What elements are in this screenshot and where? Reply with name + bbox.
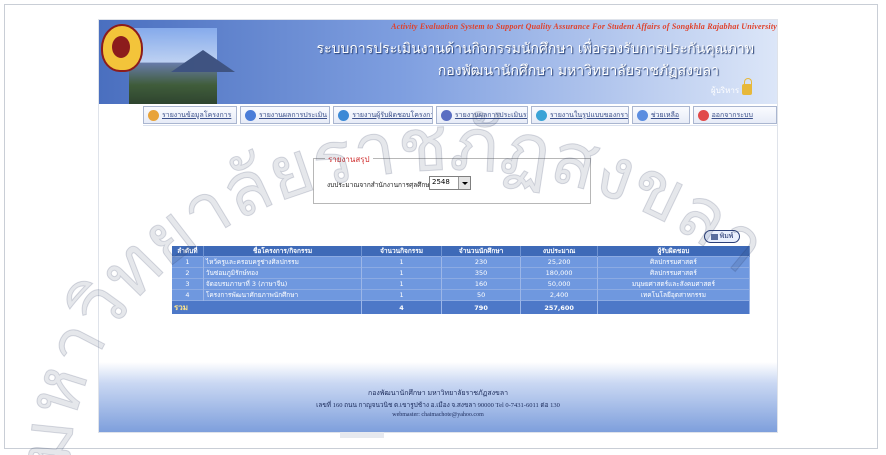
column-header-col-activities: จำนวนกิจกรรม (361, 246, 442, 257)
menu-item-label: รายงานผู้รับผิดชอบโครงการ (352, 110, 433, 119)
table-row: 4 โครงการพัฒนาศักยภาพนักศึกษา 1 50 2,400 เทคโ… (172, 289, 751, 301)
menu-item-label: ช่วยเหลือ (650, 110, 680, 119)
column-header-col-budget: งบประมาณ (520, 246, 598, 257)
table-cell: 2 (172, 267, 204, 279)
table-cell: 350 (441, 267, 522, 279)
main-menu: รายงานข้อมูลโครงการ รายงานผลการประเมิน ราย… (143, 105, 778, 126)
total-cell (597, 300, 751, 314)
chart-icon (536, 109, 548, 121)
globe-icon (245, 109, 256, 121)
table-cell: 180,000 (520, 267, 598, 279)
menu-item[interactable]: รายงานข้อมูลโครงการ (143, 106, 237, 124)
roof-shape (171, 50, 235, 72)
print-button[interactable]: พิมพ์ (704, 230, 740, 243)
table-cell: 160 (441, 278, 522, 290)
globe-icon (338, 109, 350, 121)
table-cell: โครงการพัฒนาศักยภาพนักศึกษา (203, 289, 363, 301)
close-icon (697, 109, 709, 121)
menu-item-label: รายงานผลการประเมินรวม (454, 110, 529, 119)
total-cell: 257,600 (520, 300, 598, 314)
total-cell: รวม (172, 300, 363, 314)
menu-item-label: ออกจากระบบ (711, 110, 753, 119)
menu-item-label: รายงานผลการประเมิน (259, 110, 328, 119)
admin-label: ผู้บริหาร (711, 86, 740, 95)
column-header-col-project: ชื่อโครงการ/กิจกรรม (203, 246, 363, 257)
printer-icon (710, 233, 718, 240)
people-icon (440, 109, 452, 121)
table-total-row: รวม 4 790 257,600 (172, 300, 751, 314)
menu-item[interactable]: รายงานผลการประเมิน (240, 106, 331, 124)
lock-icon (742, 78, 753, 95)
table-cell: 50,000 (520, 278, 598, 290)
table-cell: 1 (361, 278, 442, 290)
help-icon (636, 109, 648, 121)
budget-label: งบประมาณจากสำนักงานการศุลศึกษา (327, 181, 434, 189)
total-cell: 790 (441, 300, 522, 314)
table-cell: 4 (172, 289, 204, 301)
table-cell: มนุษยศาสตร์และสังคมศาสตร์ (597, 278, 751, 290)
header-banner: Activity Evaluation System to Support Qu… (99, 20, 777, 104)
table-cell: ไหว้ครูและครอบครูช่างศิลปกรรม (203, 256, 363, 268)
admin-link[interactable]: ผู้บริหาร (711, 78, 771, 102)
university-logo-icon (101, 24, 143, 72)
report-table: ลำดับที่ ชื่อโครงการ/กิจกรรม จำนวนกิจกรรมจ… (172, 246, 751, 314)
table-row: 3 จัดอบรมภาษาที่ 3 (ภาษาจีน) 1 160 50,000 มนุ… (172, 278, 751, 290)
print-label: พิมพ์ (719, 232, 734, 240)
table-cell: 50 (441, 289, 522, 301)
year-value: 2548 (432, 178, 450, 186)
table-cell: 3 (172, 278, 204, 290)
menu-item[interactable]: ช่วยเหลือ (631, 106, 690, 124)
menu-item[interactable]: รายงานผู้รับผิดชอบโครงการ (333, 106, 433, 124)
table-cell: ศิลปกรรมศาสตร์ (597, 267, 751, 279)
table-cell: 1 (361, 256, 442, 268)
report-icon (148, 109, 159, 121)
page-container: Activity Evaluation System to Support Qu… (99, 20, 778, 432)
table-cell: 230 (441, 256, 522, 268)
title-thai-line-1: ระบบการประเมินงานด้านกิจกรรมนักศึกษา เพื… (316, 41, 754, 57)
table-row: 2 วันซ่อมภูมิรักษ์ทอง 1 350 180,000 ศิลปกรรมศ… (172, 267, 751, 279)
table-header-row: ลำดับที่ ชื่อโครงการ/กิจกรรม จำนวนกิจกรรมจ… (172, 246, 751, 257)
scrollbar-thumb[interactable] (340, 432, 384, 438)
table-row: 1 ไหว้ครูและครอบครูช่างศิลปกรรม 1 230 25,200… (172, 256, 751, 268)
column-header-col-owner: ผู้รับผิดชอบ (597, 246, 751, 257)
year-select[interactable]: 2548 (429, 176, 471, 190)
menu-item[interactable]: ออกจากระบบ (692, 106, 778, 124)
table-cell: ศิลปกรรมศาสตร์ (597, 256, 751, 268)
menu-item-label: รายงานในรูปแบบของกราฟ (550, 110, 629, 119)
chevron-down-icon (458, 177, 470, 189)
total-cell: 4 (361, 300, 442, 314)
summary-legend: รายงานสรุป (325, 153, 373, 166)
column-header-col-students: จำนวนนักศึกษา (441, 246, 522, 257)
table-cell: วันซ่อมภูมิรักษ์ทอง (203, 267, 363, 279)
table-cell: 1 (361, 267, 442, 279)
menu-item[interactable]: รายงานผลการประเมินรวม (435, 106, 529, 124)
menu-item[interactable]: รายงานในรูปแบบของกราฟ (531, 106, 629, 124)
footer-org: กองพัฒนานักศึกษา มหาวิทยาลัยราชภัฏสงขลา (367, 389, 509, 397)
footer-webmaster: webmaster: chaimachote@yahoo.com (392, 412, 484, 418)
subtitle-english: Activity Evaluation System to Support Qu… (391, 22, 777, 31)
title-thai-line-2: กองพัฒนานักศึกษา มหาวิทยาลัยราชภัฏสงขลา (437, 63, 719, 79)
table-cell: 1 (361, 289, 442, 301)
table-cell: เทคโนโลยีอุตสาหกรรม (597, 289, 751, 301)
table-cell: 2,400 (520, 289, 598, 301)
table-cell: จัดอบรมภาษาที่ 3 (ภาษาจีน) (203, 278, 363, 290)
table-cell: 1 (172, 256, 204, 268)
column-header-col-no: ลำดับที่ (172, 246, 204, 257)
table-cell: 25,200 (520, 256, 598, 268)
menu-item-label: รายงานข้อมูลโครงการ (162, 110, 232, 119)
footer-address: เลขที่ 160 ถนน กาญจนวนิช ต.เขารูปช้าง อ.… (316, 402, 560, 409)
building-photo (129, 28, 235, 104)
